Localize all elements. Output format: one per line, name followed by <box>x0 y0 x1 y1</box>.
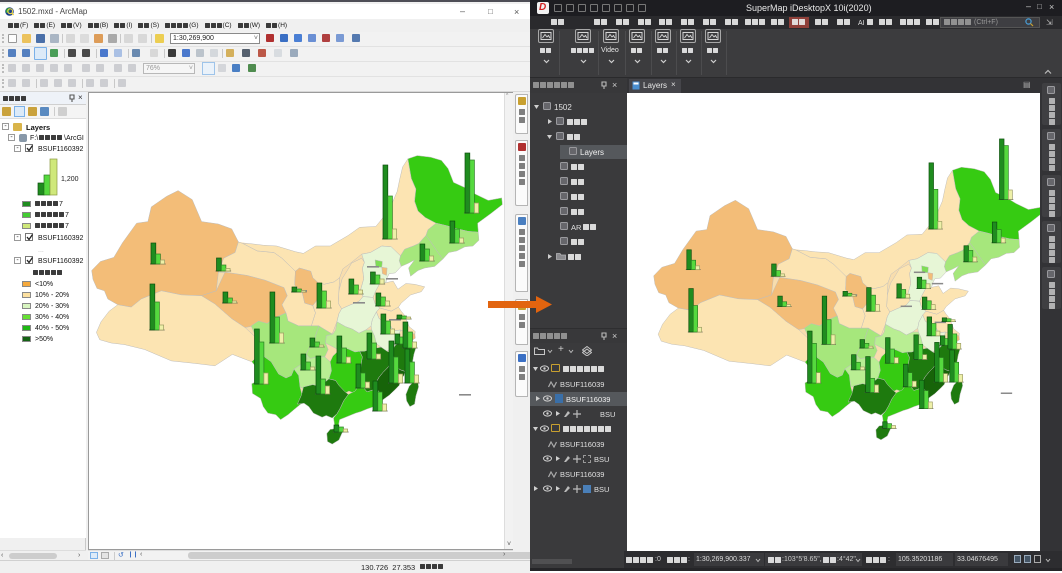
svg-text:1,200: 1,200 <box>61 176 79 183</box>
